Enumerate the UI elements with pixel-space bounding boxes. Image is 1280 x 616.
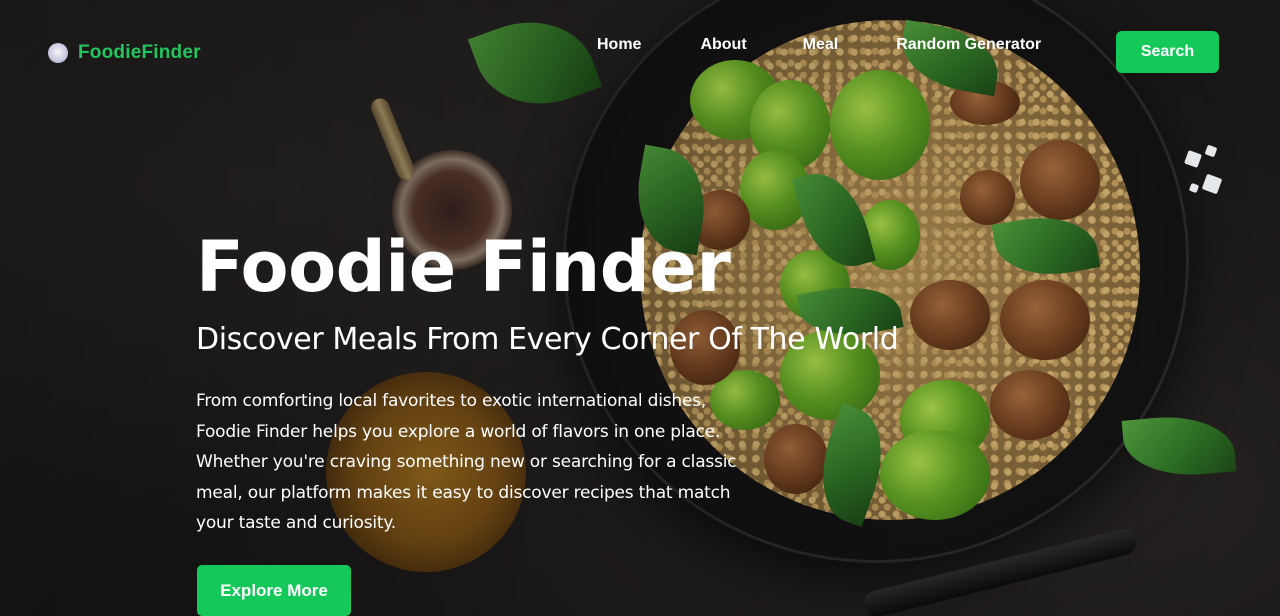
hero-description: From comforting local favorites to exoti… <box>196 386 756 539</box>
nav-link-random-generator[interactable]: Random Generator <box>896 36 1041 54</box>
navbar: FoodieFinder Home About Meal Random Gene… <box>0 0 1280 100</box>
plate-icon <box>48 43 68 63</box>
hero-description-line: meal, our platform makes it easy to disc… <box>196 482 731 503</box>
nav-link-meal[interactable]: Meal <box>803 36 839 54</box>
nav-link-about[interactable]: About <box>700 36 746 54</box>
hero-description-line: your taste and curiosity. <box>196 513 397 533</box>
hero-subtitle: Discover Meals From Every Corner Of The … <box>196 322 899 357</box>
nav-link-home[interactable]: Home <box>597 36 641 54</box>
hero-description-line: Whether you're craving something new or … <box>196 452 737 472</box>
hero-description-line: From comforting local favorites to exoti… <box>196 391 707 411</box>
hero-title: Foodie Finder <box>196 226 731 308</box>
brand-name: FoodieFinder <box>78 42 201 63</box>
explore-more-button[interactable]: Explore More <box>197 565 351 616</box>
search-button[interactable]: Search <box>1116 31 1219 73</box>
nav-links: Home About Meal Random Generator <box>597 36 1041 54</box>
hero-description-line: Foodie Finder helps you explore a world … <box>196 421 721 442</box>
brand-logo[interactable]: FoodieFinder <box>48 42 201 64</box>
